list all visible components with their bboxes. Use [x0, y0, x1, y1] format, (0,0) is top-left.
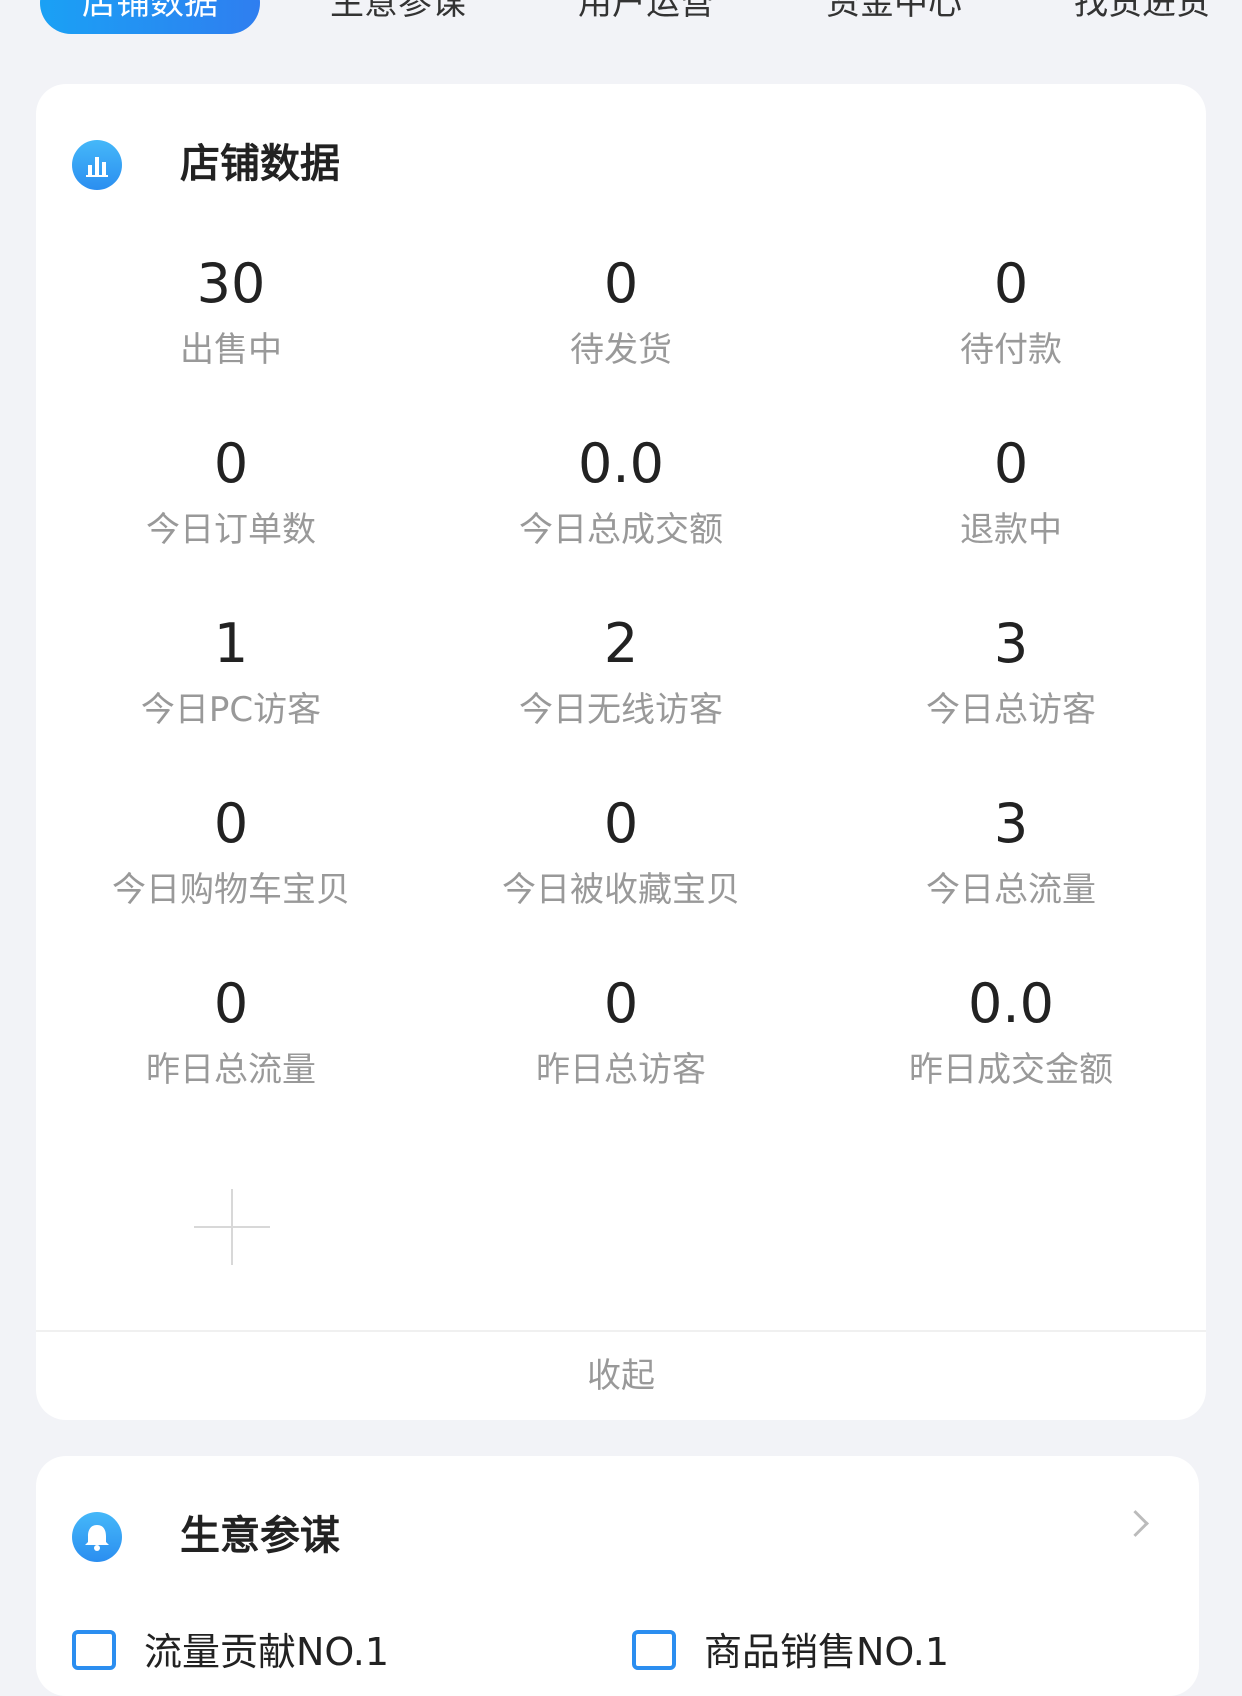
stat-label: 今日无线访客 [519, 690, 723, 730]
stat-item[interactable]: 1 今日PC访客 [36, 614, 426, 732]
stat-value: 3 [993, 792, 1029, 855]
traffic-top-label: 流量贡献NO.1 [144, 1630, 390, 1674]
stat-item[interactable]: 0 昨日总流量 [36, 974, 426, 1092]
add-stat-button[interactable] [194, 1189, 270, 1265]
stat-value: 0 [603, 252, 639, 315]
stat-value: 0 [993, 252, 1029, 315]
top-tab-bar: 店铺数据 生意参谋 用户运营 资金中心 找货进货 [0, 0, 1242, 66]
stat-item[interactable]: 0 待付款 [816, 254, 1206, 372]
stat-label: 出售中 [180, 330, 282, 370]
chevron-right-icon[interactable] [1122, 1510, 1149, 1537]
stat-label: 待付款 [960, 330, 1062, 370]
stat-label: 今日总成交额 [519, 510, 723, 550]
cup-icon [632, 1630, 676, 1670]
stat-value: 0 [603, 792, 639, 855]
bar-chart-icon [72, 140, 122, 190]
stat-label: 今日被收藏宝贝 [502, 870, 740, 910]
business-advisor-title: 生意参谋 [180, 1513, 340, 1559]
stat-value: 30 [196, 252, 266, 315]
stat-value: 0 [603, 972, 639, 1035]
tab-find-goods[interactable]: 找货进货 [1074, 0, 1210, 34]
stat-label: 今日总流量 [926, 870, 1096, 910]
stat-value: 3 [993, 612, 1029, 675]
stat-value: 0 [993, 432, 1029, 495]
stat-item[interactable]: 2 今日无线访客 [426, 614, 816, 732]
stat-item[interactable]: 0 今日订单数 [36, 434, 426, 552]
stat-item[interactable]: 0 今日购物车宝贝 [36, 794, 426, 912]
stat-value: 0 [213, 792, 249, 855]
stat-item[interactable]: 0.0 今日总成交额 [426, 434, 816, 552]
store-data-card: 店铺数据 30 出售中 0 待发货 0 待付款 0 今日订单数 0.0 今日总成… [36, 84, 1206, 1420]
stat-label: 昨日成交金额 [909, 1050, 1113, 1090]
business-advisor-card: 生意参谋 流量贡献NO.1 商品销售NO.1 [36, 1456, 1199, 1696]
stat-value: 0 [213, 972, 249, 1035]
stat-item[interactable]: 0 退款中 [816, 434, 1206, 552]
stat-label: 今日PC访客 [140, 690, 322, 730]
chart-icon [72, 1630, 116, 1670]
stat-label: 今日总访客 [926, 690, 1096, 730]
stat-label: 昨日总访客 [536, 1050, 706, 1090]
store-data-title: 店铺数据 [180, 141, 340, 187]
stat-label: 退款中 [960, 510, 1062, 550]
bell-icon [72, 1512, 122, 1562]
tab-user-operation[interactable]: 用户运营 [578, 0, 714, 34]
sales-top-label: 商品销售NO.1 [704, 1630, 950, 1674]
collapse-button[interactable]: 收起 [36, 1332, 1206, 1420]
stat-item[interactable]: 30 出售中 [36, 254, 426, 372]
stat-value: 0 [213, 432, 249, 495]
stat-label: 今日购物车宝贝 [112, 870, 350, 910]
stat-item[interactable]: 0 昨日总访客 [426, 974, 816, 1092]
stat-value: 2 [603, 612, 639, 675]
stat-item[interactable]: 3 今日总访客 [816, 614, 1206, 732]
stat-label: 今日订单数 [146, 510, 316, 550]
stat-label: 昨日总流量 [146, 1050, 316, 1090]
tab-business-advisor[interactable]: 生意参谋 [330, 0, 466, 34]
tab-fund-center[interactable]: 资金中心 [826, 0, 962, 34]
stat-item[interactable]: 0 待发货 [426, 254, 816, 372]
tab-store-data[interactable]: 店铺数据 [40, 0, 260, 34]
stat-value: 1 [213, 612, 249, 675]
stat-item[interactable]: 3 今日总流量 [816, 794, 1206, 912]
stat-item[interactable]: 0 今日被收藏宝贝 [426, 794, 816, 912]
stat-value: 0.0 [578, 432, 664, 495]
stat-value: 0.0 [968, 972, 1054, 1035]
stat-item[interactable]: 0.0 昨日成交金额 [816, 974, 1206, 1092]
stat-label: 待发货 [570, 330, 672, 370]
